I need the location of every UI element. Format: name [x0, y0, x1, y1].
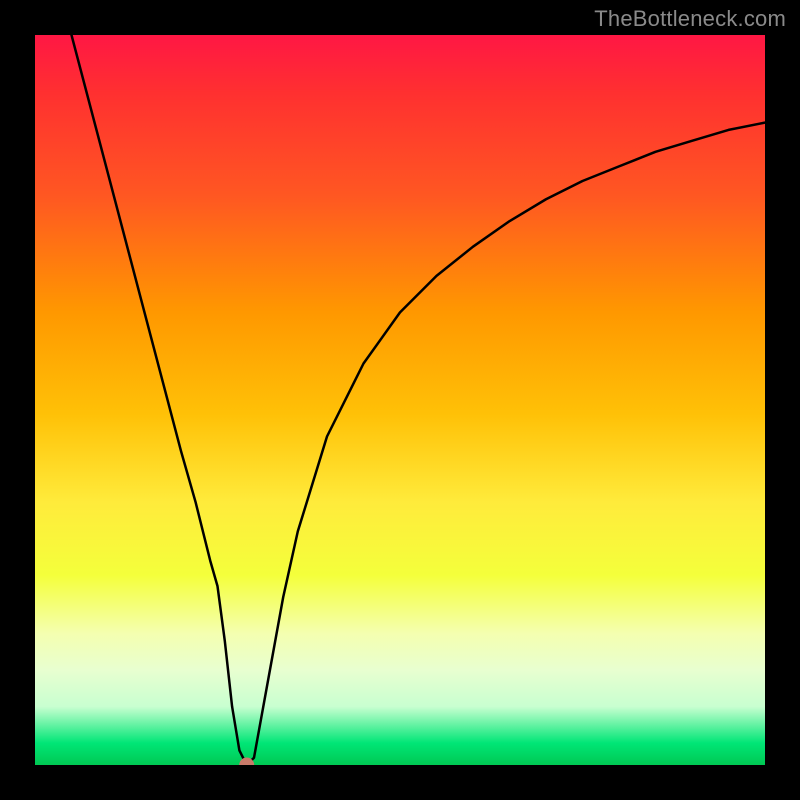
chart-frame: TheBottleneck.com — [0, 0, 800, 800]
bottleneck-curve — [72, 35, 766, 765]
plot-area — [35, 35, 765, 765]
watermark-text: TheBottleneck.com — [594, 6, 786, 32]
curve-layer — [35, 35, 765, 765]
